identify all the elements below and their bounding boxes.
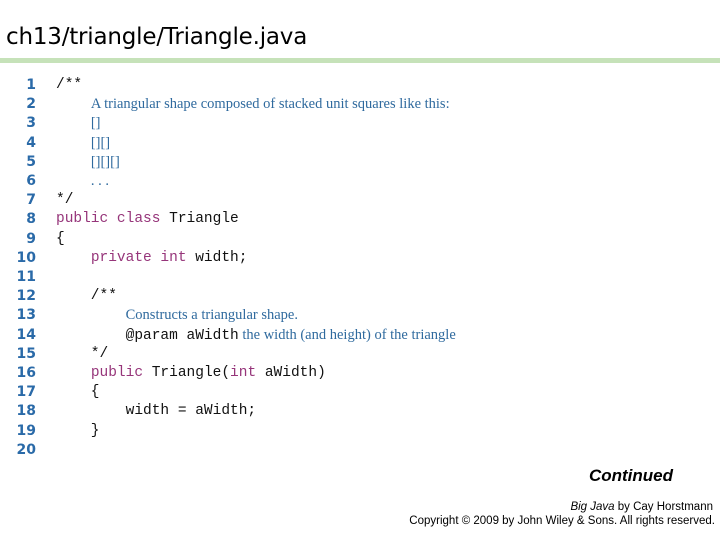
code-text: { [56,230,65,249]
code-text: { [56,383,100,402]
code-line: 6 . . . [0,172,700,191]
code-text: A triangular shape composed of stacked u… [56,95,450,115]
code-line: 14 @param aWidth the width (and height) … [0,326,700,345]
code-line: 4 [][] [0,134,700,153]
code-text: /** [56,76,82,95]
continued-label: Continued [588,466,673,485]
code-line: 1 /** [0,76,700,95]
line-number: 15 [16,345,36,362]
comment-text: [] [90,115,101,132]
line-number: 14 [16,326,36,343]
code-token: /** [56,77,83,93]
code-text: public Triangle(int aWidth) [56,364,326,383]
line-number: 8 [26,211,36,228]
code-line: 8 public class Triangle [0,210,700,229]
code-text: Constructs a triangular shape. [56,306,298,326]
book-title: Big Java [570,501,615,513]
code-token: aWidth) [256,365,326,381]
code-line: 5 [][][] [0,153,700,172]
code-text: public class Triangle [56,210,239,229]
code-token: Triangle [160,211,239,228]
code-line: 15 */ [0,345,700,364]
line-number: 10 [16,249,36,266]
line-number: 4 [26,134,36,151]
code-line: 18 width = aWidth; [0,402,700,421]
line-number: 18 [16,403,36,420]
code-text: [][] [56,134,110,154]
comment-text: the width (and height) of the triangle [238,326,456,343]
code-text: width = aWidth; [56,402,257,421]
code-line: 3 [] [0,114,700,133]
code-text: @param aWidth the width (and height) of … [56,326,456,346]
code-text: /** [56,287,117,306]
code-token: */ [56,192,74,209]
code-text: */ [56,345,108,364]
book-author: by Cay Horstmann [614,501,713,513]
code-line: 7 */ [0,191,700,210]
code-token: */ [56,345,109,362]
line-number: 1 [26,77,36,93]
comment-text: A triangular shape composed of stacked u… [90,96,450,113]
line-number: 16 [16,365,36,381]
code-text: */ [56,191,73,210]
code-line: 9{ [0,230,700,249]
code-line: 20 [0,441,700,460]
line-number: 9 [26,230,36,247]
title-divider [0,58,720,63]
code-text: [] [56,114,101,134]
code-token: width; [186,249,248,266]
comment-text: [][][] [90,153,120,170]
copyright-notice: Copyright © 2009 by John Wiley & Sons. A… [409,515,715,527]
page-title: ch13/triangle/Triangle.java [6,24,308,50]
code-token: width = aWidth; [56,403,257,420]
line-number: 6 [26,173,36,189]
comment-text: [][] [90,134,111,151]
code-token: @param aWidth [56,327,239,344]
code-line: 10 private int width; [0,249,700,268]
code-text: . . . [56,172,109,192]
code-line: 16 public Triangle(int aWidth) [0,364,700,383]
code-text: } [56,422,100,441]
line-number: 19 [16,422,36,439]
book-credit: Big Java by Cay Horstmann [570,501,713,513]
code-line: 17 { [0,383,700,402]
keyword-token: public [90,365,144,381]
code-line: 11 [0,268,700,287]
line-number: 20 [16,441,36,458]
comment-text: Constructs a triangular shape. [125,307,298,324]
line-number: 17 [16,384,36,401]
code-line: 19 } [0,422,700,441]
code-token: { [56,230,65,247]
code-text: [][][] [56,153,120,173]
code-token: /** [56,288,117,305]
comment-text: . . . [90,173,109,189]
line-number: 7 [26,192,36,209]
keyword-token: private int [90,249,187,266]
keyword-token: int [230,365,257,381]
code-line: 2 A triangular shape composed of stacked… [0,95,700,114]
line-number: 5 [26,153,36,170]
line-number: 3 [26,115,36,132]
code-text: private int width; [56,249,248,268]
code-line: 13 Constructs a triangular shape. [0,306,700,325]
keyword-token: public class [56,211,161,228]
code-token: } [56,422,100,439]
line-number: 11 [16,269,36,285]
code-token: { [56,384,100,401]
code-token: Triangle( [143,365,231,381]
line-number: 2 [26,96,36,113]
line-number: 13 [16,307,36,324]
code-line: 12 /** [0,287,700,306]
line-number: 12 [16,288,36,305]
